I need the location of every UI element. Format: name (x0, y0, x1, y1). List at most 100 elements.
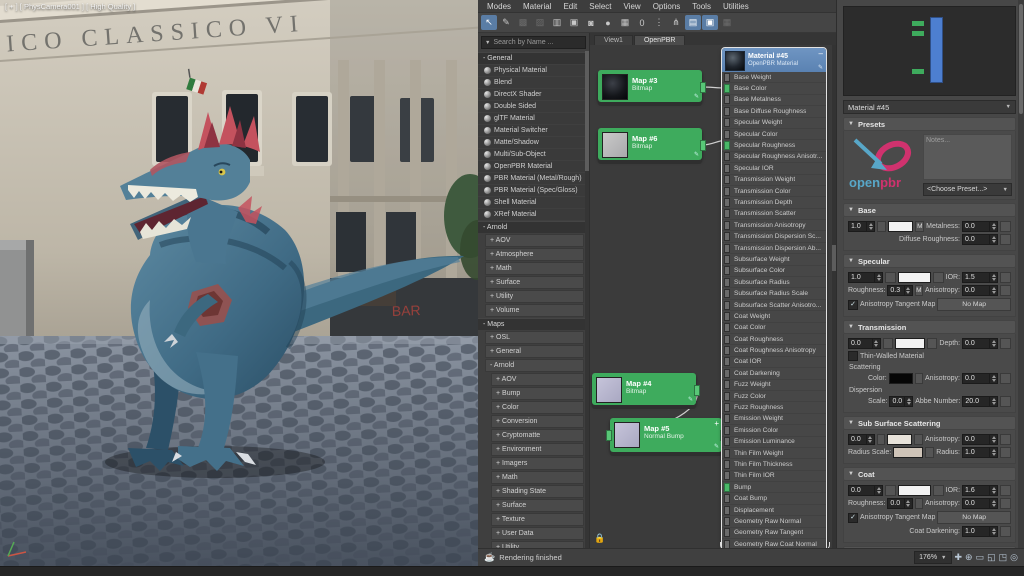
specular-color-map-button[interactable] (933, 272, 944, 283)
node-params-icon[interactable]: ✎ (818, 64, 823, 71)
slot-socket[interactable] (724, 392, 730, 401)
scatter-color-swatch[interactable] (889, 373, 913, 384)
slot-socket[interactable] (724, 278, 730, 287)
slot-coat-darkening[interactable]: Coat Darkening (722, 368, 826, 379)
browser-item-pbr-material-metal-rough-[interactable]: PBR Material (Metal/Rough) (478, 173, 585, 184)
menu-options[interactable]: Options (648, 2, 686, 11)
slot-socket[interactable] (724, 209, 730, 218)
scatter-anisotropy-map-button[interactable] (1000, 373, 1011, 384)
slot-socket[interactable] (724, 346, 730, 355)
search-input[interactable]: ▼ Search by Name ... (481, 36, 586, 49)
choose-preset-dropdown[interactable]: <Choose Preset...>▼ (923, 183, 1012, 196)
show-shaded-material-icon[interactable]: ● (600, 15, 616, 30)
rollout-coat-header[interactable]: ▼Coat (843, 467, 1016, 481)
map5-input-socket[interactable] (606, 430, 612, 441)
browser-sub-user-data[interactable]: + User Data (491, 527, 584, 540)
node-params-icon[interactable]: ✎ (714, 443, 719, 450)
node-map4[interactable]: Map #4Bitmap ✎ (592, 373, 696, 405)
slot-socket[interactable] (724, 403, 730, 412)
slot-coat-bump[interactable]: Coat Bump (722, 493, 826, 504)
pick-material-icon[interactable]: ✎ (498, 15, 514, 30)
transmission-weight-spinner[interactable]: 0.0 (848, 338, 881, 349)
slot-socket[interactable] (724, 506, 730, 515)
slot-subsurface-color[interactable]: Subsurface Color (722, 266, 826, 277)
rollout-base-header[interactable]: ▼Base (843, 203, 1016, 217)
dispersion-scale-spinner[interactable]: 0.0 (889, 396, 913, 407)
browser-sub-conversion[interactable]: + Conversion (491, 415, 584, 428)
layout-vertical-icon[interactable]: ⋮ (651, 15, 667, 30)
transmission-weight-map-button[interactable] (883, 338, 893, 349)
browser-sub-texture[interactable]: + Texture (491, 513, 584, 526)
slot-fuzz-roughness[interactable]: Fuzz Roughness (722, 402, 826, 413)
browser-sub-surface[interactable]: + Surface (491, 499, 584, 512)
specular-ior-spinner[interactable]: 1.5 (962, 272, 998, 283)
coat-ior-spinner[interactable]: 1.6 (962, 485, 998, 496)
browser-item-blend[interactable]: Blend (478, 77, 585, 88)
browser-item-multi-sub-object[interactable]: Multi/Sub-Object (478, 149, 585, 160)
sss-weight-map-button[interactable] (877, 434, 886, 445)
base-color-map-button[interactable]: M (915, 221, 924, 232)
sss-color-map-button[interactable] (914, 434, 923, 445)
map4-output-socket[interactable] (694, 385, 700, 396)
base-color-swatch[interactable] (888, 221, 914, 232)
browser-item-material-switcher[interactable]: Material Switcher (478, 125, 585, 136)
browser-sub-volume[interactable]: + Volume (485, 304, 584, 317)
browser-item-directx-shader[interactable]: DirectX Shader (478, 89, 585, 100)
slot-transmission-dispersion-sc-[interactable]: Transmission Dispersion Sc... (722, 231, 826, 242)
slot-specular-roughness-anisotr-[interactable]: Specular Roughness Anisotr... (722, 152, 826, 163)
slot-emission-weight[interactable]: Emission Weight (722, 414, 826, 425)
slot-transmission-scatter[interactable]: Transmission Scatter (722, 209, 826, 220)
browser-item-pbr-material-spec-gloss-[interactable]: PBR Material (Spec/Gloss) (478, 185, 585, 196)
zoom-level-dropdown[interactable]: 176%▼ (914, 551, 951, 564)
zoom-extents-icon[interactable]: ◱ (987, 552, 996, 563)
slot-socket[interactable] (724, 426, 730, 435)
slot-subsurface-radius[interactable]: Subsurface Radius (722, 277, 826, 288)
node-params-icon[interactable]: ✎ (688, 396, 693, 403)
browser-sub-shading-state[interactable]: + Shading State (491, 485, 584, 498)
base-weight-map-button[interactable] (877, 221, 886, 232)
zoom-region-icon[interactable]: ▭ (976, 552, 985, 563)
sss-color-swatch[interactable] (887, 434, 912, 445)
node-material-45[interactable]: Material #45 OpenPBR Material – ✎ Base W… (722, 48, 826, 548)
select-tool-icon[interactable]: ↖ (481, 15, 497, 30)
browser-item-gltf-material[interactable]: glTF Material (478, 113, 585, 124)
viewport-label[interactable]: [ + ] [ PhysCamera001 ] [ High Quality ] (5, 2, 135, 11)
node-map3[interactable]: Map #3Bitmap ✎ (598, 70, 702, 102)
browser-sub-general[interactable]: + General (485, 345, 584, 358)
slot-socket[interactable] (724, 198, 730, 207)
browser-sub-aov[interactable]: + AOV (485, 234, 584, 247)
slot-socket[interactable] (724, 164, 730, 173)
assign-material-icon[interactable]: ◙ (583, 15, 599, 30)
transmission-color-map-button[interactable] (927, 338, 937, 349)
browser-item-xref-material[interactable]: XRef Material (478, 209, 585, 220)
diffuse-roughness-spinner[interactable]: 0.0 (962, 234, 998, 245)
material-selector-dropdown[interactable]: Material #45▼ (843, 100, 1016, 114)
browser-group-maps[interactable]: - Maps (478, 318, 585, 330)
sss-weight-spinner[interactable]: 0.0 (848, 434, 875, 445)
browser-sub-cryptomatte[interactable]: + Cryptomatte (491, 429, 584, 442)
menu-modes[interactable]: Modes (482, 2, 516, 11)
zoom-selected-icon[interactable]: ◎ (1010, 552, 1018, 563)
transmission-depth-spinner[interactable]: 0.0 (962, 338, 998, 349)
slot-socket[interactable] (724, 369, 730, 378)
browser-sub-utility[interactable]: + Utility (485, 290, 584, 303)
node-map5[interactable]: Map #5Normal Bump + ✎ (610, 418, 722, 452)
slot-coat-color[interactable]: Coat Color (722, 323, 826, 334)
browser-scrollbar[interactable] (585, 51, 589, 548)
zoom-extents-selected-icon[interactable]: ◳ (999, 552, 1008, 563)
abbe-number-spinner[interactable]: 20.0 (962, 396, 998, 407)
slot-socket[interactable] (724, 232, 730, 241)
slot-socket[interactable] (724, 449, 730, 458)
abbe-map-button[interactable] (1000, 396, 1011, 407)
node-canvas[interactable]: Map #3Bitmap ✎ Map #6Bitmap ✎ Map #4Bitm… (590, 45, 836, 548)
show-zero-icon[interactable]: 0 (634, 15, 650, 30)
slot-socket[interactable] (724, 152, 730, 161)
search-dropdown-icon[interactable]: ▼ (485, 40, 490, 46)
browser-item-matte-shadow[interactable]: Matte/Shadow (478, 137, 585, 148)
coat-tangent-map-checkbox[interactable]: ✓ (848, 513, 858, 523)
rollout-sss-header[interactable]: ▼Sub Surface Scattering (843, 416, 1016, 430)
slot-socket[interactable] (724, 118, 730, 127)
menu-utilities[interactable]: Utilities (718, 2, 754, 11)
browser-sub-imagers[interactable]: + Imagers (491, 457, 584, 470)
diffuse-roughness-map-button[interactable] (1000, 234, 1011, 245)
